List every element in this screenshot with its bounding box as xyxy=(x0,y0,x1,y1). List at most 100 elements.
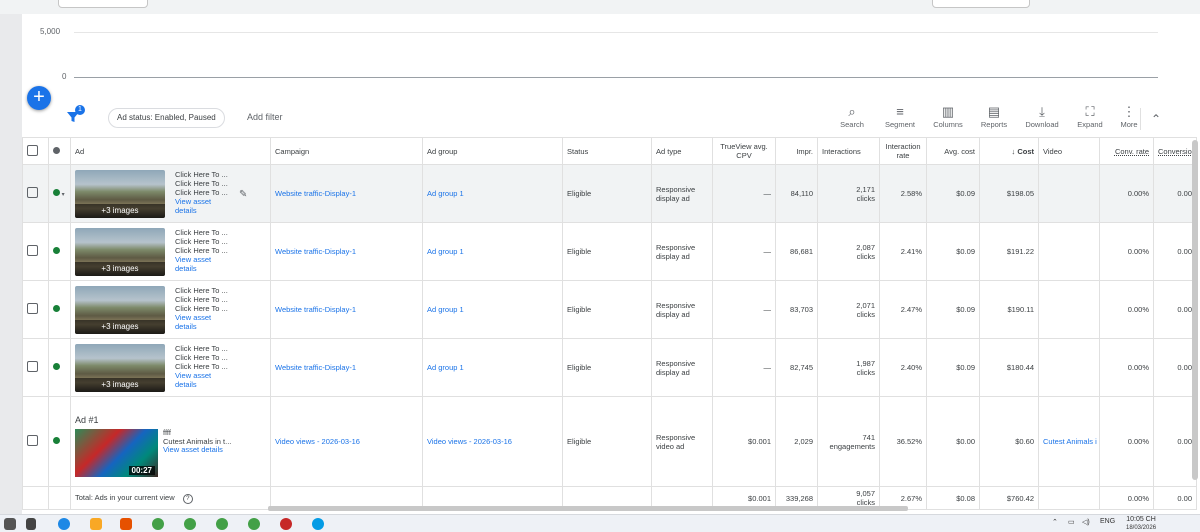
view-asset-link[interactable]: View asset xyxy=(175,197,228,206)
ad-group-link[interactable]: Ad group 1 xyxy=(427,247,464,256)
row-checkbox[interactable] xyxy=(27,303,38,314)
clock[interactable]: 10:05 CH 18/03/2026 xyxy=(1126,516,1156,532)
start-icon[interactable] xyxy=(4,518,16,530)
row-checkbox[interactable] xyxy=(27,435,38,446)
enabled-status-dot[interactable] xyxy=(53,247,60,254)
campaign-link[interactable]: Video views - 2026-03-16 xyxy=(275,437,360,446)
select-all-cell[interactable] xyxy=(22,137,49,165)
edit-pencil-icon[interactable]: ✎ xyxy=(239,189,247,200)
header-campaign[interactable]: Campaign xyxy=(270,137,423,165)
table-row[interactable]: Ad #1 00:27 ffff Cutest Animals in t... … xyxy=(22,396,1197,487)
vertical-scrollbar[interactable] xyxy=(1192,140,1198,480)
table-row[interactable]: ▾ +3 images Click Here To ... Click Here… xyxy=(22,164,1197,223)
ad-preview[interactable]: +3 images Click Here To ... Click Here T… xyxy=(75,166,266,222)
download-tool[interactable]: ⤓ Download xyxy=(1019,104,1065,129)
ad-group-link[interactable]: Video views - 2026-03-16 xyxy=(427,437,512,446)
filter-icon[interactable]: 1 xyxy=(66,105,85,126)
header-conv-rate[interactable]: Conv. rate xyxy=(1099,137,1154,165)
header-avg-cost[interactable]: Avg. cost xyxy=(926,137,980,165)
app-icon[interactable] xyxy=(120,518,132,530)
header-ad[interactable]: Ad xyxy=(70,137,271,165)
ad-group-link[interactable]: Ad group 1 xyxy=(427,363,464,372)
chrome-icon[interactable] xyxy=(216,518,228,530)
ad-group-link[interactable]: Ad group 1 xyxy=(427,189,464,198)
view-asset-link[interactable]: View asset xyxy=(175,313,228,322)
reports-tool[interactable]: ▤ Reports xyxy=(971,104,1017,129)
chrome-icon[interactable] xyxy=(152,518,164,530)
header-status[interactable]: Status xyxy=(562,137,652,165)
ad-image-thumbnail[interactable]: +3 images xyxy=(75,344,165,392)
app-red-icon[interactable] xyxy=(280,518,292,530)
campaign-link[interactable]: Website traffic-Display-1 xyxy=(275,247,356,256)
video-thumbnail[interactable]: 00:27 xyxy=(75,429,158,477)
segment-tool[interactable]: ≡ Segment xyxy=(877,104,923,129)
edge-icon[interactable] xyxy=(58,518,70,530)
date-range-button[interactable] xyxy=(58,0,148,8)
columns-tool[interactable]: ▥ Columns xyxy=(925,104,971,129)
enabled-status-dot[interactable] xyxy=(53,189,60,196)
enabled-status-dot[interactable] xyxy=(53,305,60,312)
volume-icon[interactable]: ◁) xyxy=(1082,518,1090,526)
table-row[interactable]: +3 images Click Here To ... Click Here T… xyxy=(22,222,1197,281)
expand-label: Expand xyxy=(1077,120,1103,129)
top-right-button[interactable] xyxy=(932,0,1030,8)
status-dot-icon xyxy=(53,146,60,154)
header-conversions[interactable]: Conversions xyxy=(1153,137,1197,165)
ad-image-thumbnail[interactable]: +3 images xyxy=(75,228,165,276)
header-impr[interactable]: Impr. xyxy=(775,137,818,165)
row-checkbox[interactable] xyxy=(27,187,38,198)
task-view-icon[interactable] xyxy=(26,518,36,530)
table-row[interactable]: +3 images Click Here To ... Click Here T… xyxy=(22,280,1197,339)
view-asset-link[interactable]: View asset xyxy=(175,255,228,264)
header-video[interactable]: Video xyxy=(1038,137,1100,165)
video-ad-preview[interactable]: Ad #1 00:27 ffff Cutest Animals in t... … xyxy=(75,398,266,486)
network-icon[interactable]: ▭ xyxy=(1068,518,1075,526)
telegram-icon[interactable] xyxy=(312,518,324,530)
language-indicator[interactable]: ENG xyxy=(1100,518,1115,525)
ad-image-thumbnail[interactable]: +3 images xyxy=(75,170,165,218)
enabled-status-dot[interactable] xyxy=(53,437,60,444)
horizontal-scrollbar[interactable] xyxy=(268,506,908,511)
campaign-link[interactable]: Website traffic-Display-1 xyxy=(275,305,356,314)
header-interactions[interactable]: Interactions xyxy=(817,137,880,165)
caret-down-icon[interactable]: ▾ xyxy=(60,192,65,198)
table-row[interactable]: +3 images Click Here To ... Click Here T… xyxy=(22,338,1197,397)
row-checkbox[interactable] xyxy=(27,245,38,256)
help-icon[interactable]: ? xyxy=(182,493,193,504)
header-ad-type[interactable]: Ad type xyxy=(651,137,713,165)
chrome-icon[interactable] xyxy=(184,518,196,530)
ad-preview[interactable]: +3 images Click Here To ... Click Here T… xyxy=(75,282,266,338)
campaign-link[interactable]: Website traffic-Display-1 xyxy=(275,363,356,372)
header-ad-group[interactable]: Ad group xyxy=(422,137,563,165)
row-checkbox[interactable] xyxy=(27,361,38,372)
view-asset-details-link[interactable]: details xyxy=(175,264,228,273)
file-explorer-icon[interactable] xyxy=(90,518,102,530)
view-asset-link[interactable]: View asset xyxy=(175,371,228,380)
ad-preview[interactable]: +3 images Click Here To ... Click Here T… xyxy=(75,224,266,280)
tray-chevron-up-icon[interactable]: ⌃ xyxy=(1052,518,1058,526)
search-tool[interactable]: ⌕ Search xyxy=(829,104,875,129)
ad-preview[interactable]: +3 images Click Here To ... Click Here T… xyxy=(75,340,266,396)
chrome-icon[interactable] xyxy=(248,518,260,530)
campaign-link[interactable]: Website traffic-Display-1 xyxy=(275,189,356,198)
view-asset-details-link[interactable]: View asset details xyxy=(163,445,231,455)
impr-cell: 84,110 xyxy=(775,164,818,223)
header-interaction-rate[interactable]: Interaction rate xyxy=(879,137,927,165)
ad-image-thumbnail[interactable]: +3 images xyxy=(75,286,165,334)
select-all-checkbox[interactable] xyxy=(27,144,38,156)
search-icon: ⌕ xyxy=(848,104,856,119)
header-cost[interactable]: ↓ Cost xyxy=(979,137,1039,165)
impr-cell: 86,681 xyxy=(775,222,818,281)
view-asset-details-link[interactable]: details xyxy=(175,206,228,215)
collapse-toolbar-button[interactable]: ⌃ xyxy=(1140,108,1171,130)
view-asset-details-link[interactable]: details xyxy=(175,322,228,331)
enabled-status-dot[interactable] xyxy=(53,363,60,370)
add-filter-button[interactable]: Add filter xyxy=(247,112,283,122)
video-link[interactable]: Cutest Animals i xyxy=(1043,437,1097,446)
ad-status-filter-chip[interactable]: Ad status: Enabled, Paused xyxy=(108,108,225,128)
ad-type-cell: Responsive display ad xyxy=(651,280,713,339)
ad-group-link[interactable]: Ad group 1 xyxy=(427,305,464,314)
view-asset-details-link[interactable]: details xyxy=(175,380,228,389)
header-trueview-cpv[interactable]: TrueView avg. CPV xyxy=(712,137,776,165)
ad-type-cell: Responsive display ad xyxy=(651,164,713,223)
